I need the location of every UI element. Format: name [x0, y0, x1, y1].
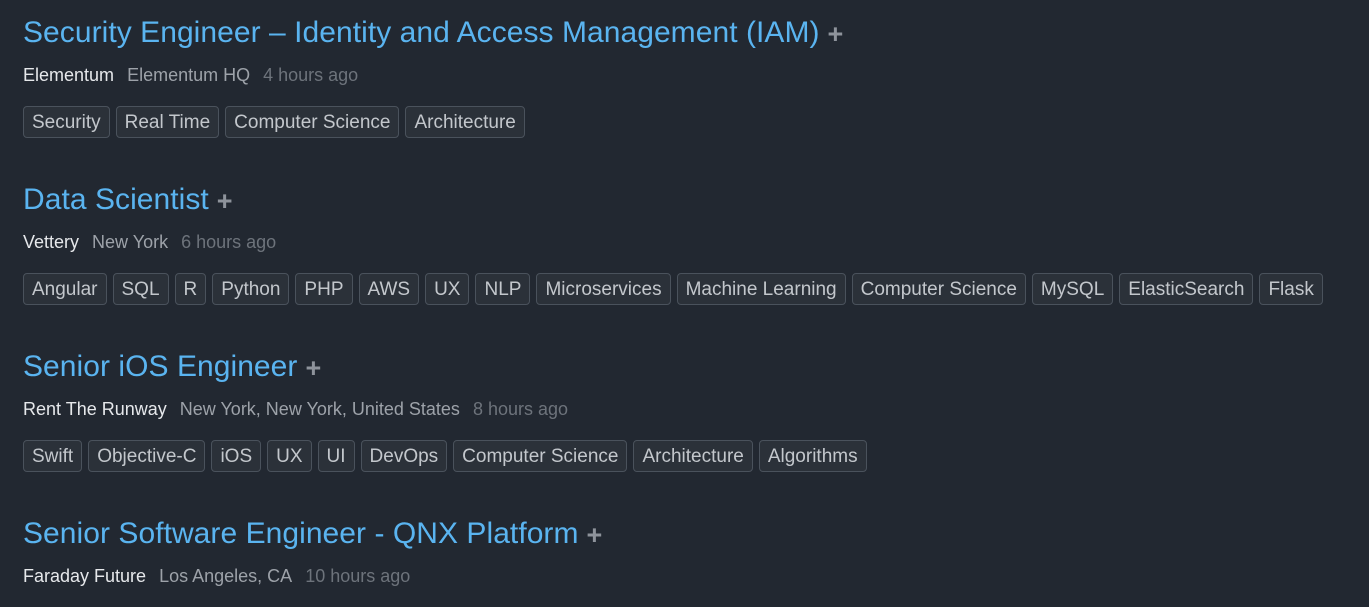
job-title-row: Senior Software Engineer - QNX Platform … [23, 514, 602, 554]
job-title-link[interactable]: Senior Software Engineer - QNX Platform [23, 517, 579, 551]
job-title-row: Security Engineer – Identity and Access … [23, 13, 843, 53]
job-meta: Elementum Elementum HQ 4 hours ago [23, 65, 358, 86]
tag[interactable]: UX [425, 273, 470, 305]
job-title-link[interactable]: Senior iOS Engineer [23, 350, 297, 384]
posted-time: 8 hours ago [472, 399, 569, 419]
job-title-row: Senior iOS Engineer + [23, 347, 321, 387]
tag[interactable]: DevOps [360, 440, 448, 472]
tag[interactable]: Python [212, 273, 290, 305]
job-title-link[interactable]: Security Engineer – Identity and Access … [23, 16, 820, 50]
tag[interactable]: R [174, 273, 207, 305]
job-title-row: Data Scientist + [23, 180, 233, 220]
job-meta: Rent The Runway New York, New York, Unit… [23, 399, 568, 420]
posted-time: 6 hours ago [181, 232, 277, 252]
tag[interactable]: Real Time [115, 106, 220, 138]
tag[interactable]: Architecture [633, 440, 753, 472]
tag[interactable]: Computer Science [453, 440, 628, 472]
tag[interactable]: Objective-C [88, 440, 206, 472]
tag[interactable]: Angular [23, 273, 107, 305]
tag[interactable]: NLP [475, 273, 531, 305]
company-name[interactable]: Elementum [23, 65, 114, 85]
tag-list: Angular SQL R Python PHP AWS UX NLP Micr… [23, 273, 1323, 305]
tag[interactable]: SQL [112, 273, 169, 305]
tag-list: Swift Objective-C iOS UX UI DevOps Compu… [23, 440, 867, 472]
job-location: Elementum HQ [127, 65, 251, 85]
add-job-button[interactable]: + [828, 19, 844, 50]
tag[interactable]: Microservices [536, 273, 671, 305]
tag-list: Security Real Time Computer Science Arch… [23, 106, 525, 138]
tag[interactable]: Computer Science [225, 106, 400, 138]
tag[interactable]: Swift [23, 440, 83, 472]
company-name[interactable]: Vettery [23, 232, 79, 252]
job-location: Los Angeles, CA [159, 566, 293, 586]
tag[interactable]: AWS [358, 273, 420, 305]
job-location: New York, New York, United States [179, 399, 460, 419]
company-name[interactable]: Rent The Runway [23, 399, 167, 419]
tag[interactable]: iOS [211, 440, 262, 472]
tag[interactable]: ElasticSearch [1119, 273, 1254, 305]
job-location: New York [92, 232, 169, 252]
tag[interactable]: UI [317, 440, 355, 472]
tag[interactable]: PHP [295, 273, 353, 305]
add-job-button[interactable]: + [587, 520, 603, 551]
posted-time: 10 hours ago [305, 566, 411, 586]
tag[interactable]: Algorithms [758, 440, 867, 472]
tag[interactable]: Architecture [405, 106, 525, 138]
tag[interactable]: Machine Learning [676, 273, 846, 305]
company-name[interactable]: Faraday Future [23, 566, 146, 586]
tag[interactable]: MySQL [1031, 273, 1114, 305]
tag[interactable]: Computer Science [851, 273, 1026, 305]
tag[interactable]: UX [267, 440, 312, 472]
job-meta: Faraday Future Los Angeles, CA 10 hours … [23, 566, 410, 587]
tag[interactable]: Security [23, 106, 110, 138]
job-meta: Vettery New York 6 hours ago [23, 232, 276, 253]
job-title-link[interactable]: Data Scientist [23, 183, 209, 217]
add-job-button[interactable]: + [305, 353, 321, 384]
posted-time: 4 hours ago [263, 65, 359, 85]
tag[interactable]: Flask [1259, 273, 1323, 305]
add-job-button[interactable]: + [217, 186, 233, 217]
